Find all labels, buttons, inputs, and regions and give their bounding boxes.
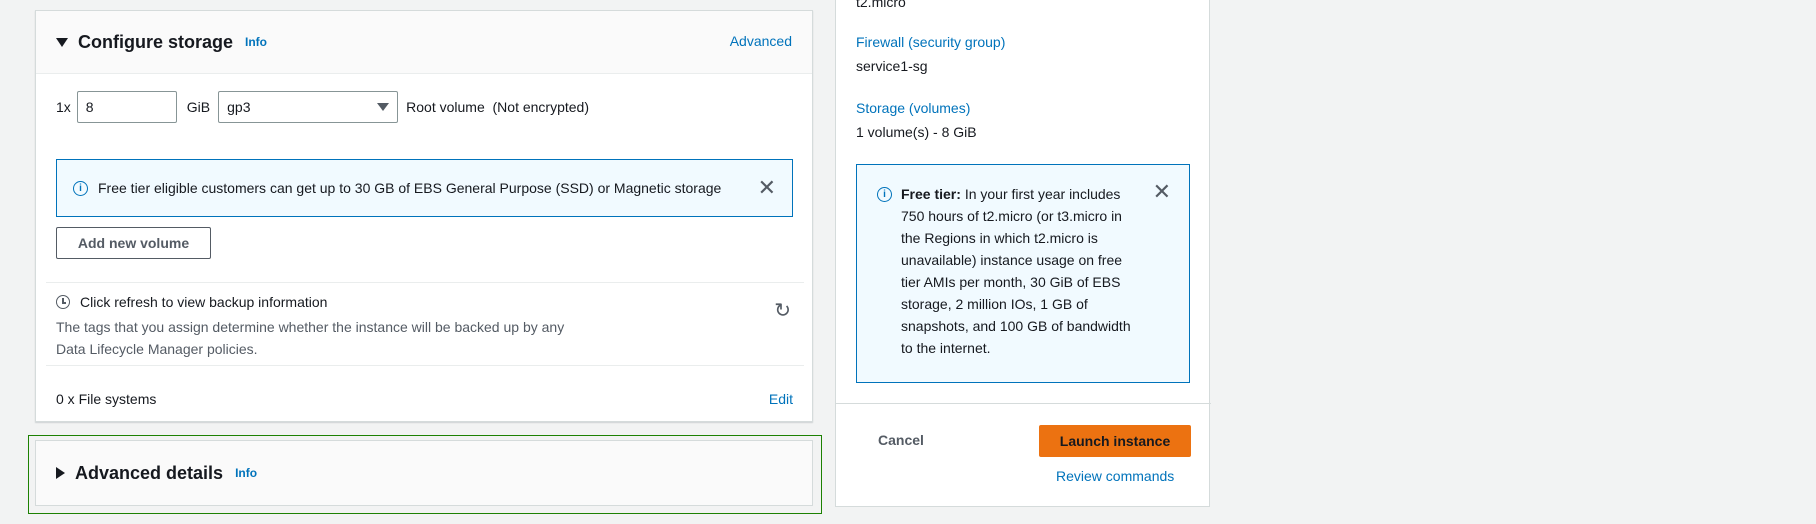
close-icon[interactable]: ✕ bbox=[1153, 181, 1171, 203]
free-tier-storage-alert: i Free tier eligible customers can get u… bbox=[56, 159, 793, 217]
summary-divider bbox=[836, 403, 1211, 404]
review-commands-link[interactable]: Review commands bbox=[1056, 468, 1174, 484]
file-systems-label: 0 x File systems bbox=[56, 391, 157, 407]
root-volume-row: 1x GiB gp3 Root volume (Not encrypted) bbox=[56, 91, 589, 123]
refresh-icon[interactable]: ↻ bbox=[774, 298, 791, 323]
volume-type-select[interactable]: gp3 bbox=[218, 91, 399, 123]
file-systems-row: 0 x File systems Edit bbox=[56, 391, 793, 407]
backup-description: The tags that you assign determine wheth… bbox=[56, 319, 565, 357]
storage-info-link[interactable]: Info bbox=[245, 35, 267, 49]
firewall-link[interactable]: Firewall (security group) bbox=[856, 34, 1005, 50]
add-new-volume-button[interactable]: Add new volume bbox=[56, 227, 211, 259]
divider bbox=[46, 282, 804, 283]
backup-title: Click refresh to view backup information bbox=[56, 294, 793, 310]
free-tier-alert: i Free tier: In your first year includes… bbox=[856, 164, 1190, 383]
storage-volumes-link[interactable]: Storage (volumes) bbox=[856, 100, 970, 116]
configure-storage-title: Configure storage bbox=[78, 31, 234, 52]
caret-down-icon[interactable] bbox=[56, 37, 68, 47]
root-volume-label: Root volume (Not encrypted) bbox=[406, 99, 589, 115]
summary-panel: t2.micro Firewall (security group) servi… bbox=[835, 0, 1211, 507]
volume-multiplier: 1x bbox=[56, 99, 71, 115]
volume-unit-label: GiB bbox=[186, 99, 211, 115]
free-tier-body: In your first year includes 750 hours of… bbox=[901, 186, 1131, 356]
edit-file-systems-link[interactable]: Edit bbox=[769, 391, 793, 407]
summary-instance-type: t2.micro bbox=[856, 0, 906, 10]
divider bbox=[46, 365, 804, 366]
firewall-value: service1-sg bbox=[856, 58, 928, 74]
storage-volumes-value: 1 volume(s) - 8 GiB bbox=[856, 124, 977, 140]
advanced-details-panel[interactable]: Advanced details Info bbox=[35, 440, 813, 506]
free-tier-text: Free tier: In your first year includes 7… bbox=[901, 183, 1141, 359]
advanced-details-title: Advanced details bbox=[75, 462, 224, 483]
backup-title-text: Click refresh to view backup information bbox=[80, 294, 328, 310]
backup-info-section: Click refresh to view backup information… bbox=[56, 294, 793, 360]
close-icon[interactable]: ✕ bbox=[758, 177, 776, 199]
chevron-down-icon bbox=[377, 103, 390, 111]
clock-icon bbox=[56, 295, 70, 309]
launch-instance-button[interactable]: Launch instance bbox=[1039, 425, 1191, 457]
caret-right-icon[interactable] bbox=[56, 467, 65, 479]
advanced-link[interactable]: Advanced bbox=[730, 33, 792, 49]
info-icon: i bbox=[877, 187, 892, 202]
volume-type-value: gp3 bbox=[227, 99, 251, 115]
cancel-button[interactable]: Cancel bbox=[878, 432, 924, 448]
configure-storage-header[interactable]: Configure storage Info Advanced bbox=[36, 11, 812, 74]
volume-size-input[interactable] bbox=[76, 91, 177, 123]
free-tier-title: Free tier: bbox=[901, 186, 961, 202]
advanced-details-info-link[interactable]: Info bbox=[235, 466, 257, 480]
alert-text: Free tier eligible customers can get up … bbox=[98, 180, 722, 196]
info-icon: i bbox=[73, 180, 88, 196]
configure-storage-panel: Configure storage Info Advanced 1x GiB g… bbox=[35, 10, 813, 422]
